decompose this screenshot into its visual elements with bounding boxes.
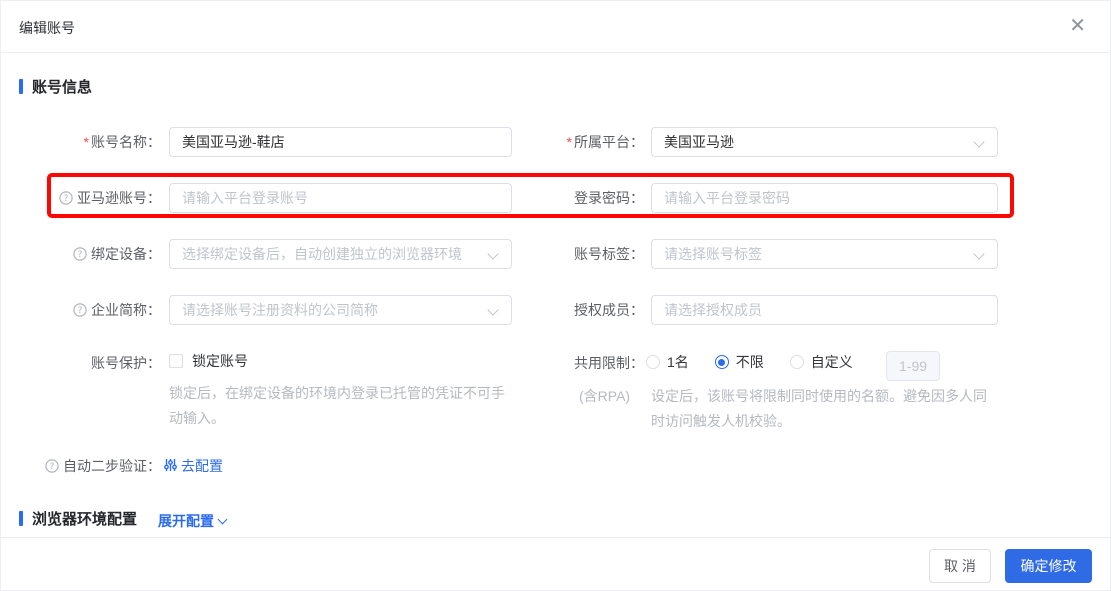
amazon-account-input[interactable] <box>170 184 511 212</box>
question-icon[interactable]: ? <box>59 190 73 210</box>
account-name-label: *账号名称： <box>1 132 161 152</box>
svg-text:?: ? <box>50 462 55 472</box>
question-icon[interactable]: ? <box>73 302 87 322</box>
amazon-account-label: ?亚马逊账号： <box>1 188 161 210</box>
company-name-label: ?企业简称： <box>1 300 161 322</box>
radio-icon <box>646 355 660 369</box>
share-limit-radio-group: 1名 不限 自定义 <box>646 352 879 372</box>
dialog-header: 编辑账号 ✕ <box>1 1 1110 53</box>
auth-member-input[interactable] <box>652 296 997 324</box>
platform-label: *所属平台： <box>484 132 644 152</box>
edit-account-dialog: 编辑账号 ✕ 账号信息 *账号名称： *所属平台： 美国亚马逊 ?亚马逊账号： … <box>0 0 1111 591</box>
bind-device-label: ?绑定设备： <box>1 244 161 266</box>
question-icon[interactable]: ? <box>45 458 59 478</box>
cancel-button[interactable]: 取 消 <box>929 549 991 583</box>
checkbox-icon <box>169 354 183 368</box>
radio-icon <box>790 355 804 369</box>
account-tag-select[interactable]: 请选择账号标签 <box>651 239 998 269</box>
required-asterisk: * <box>567 134 572 150</box>
confirm-button[interactable]: 确定修改 <box>1005 549 1092 583</box>
dialog-title: 编辑账号 <box>19 18 75 38</box>
custom-limit-input[interactable] <box>887 352 939 380</box>
account-name-field <box>169 127 512 157</box>
password-input[interactable] <box>652 184 997 212</box>
share-limit-helper: 设定后，该账号将限制同时使用的名额。避免因多人同时访问触发人机校验。 <box>651 384 999 434</box>
account-name-input[interactable] <box>170 128 511 156</box>
account-tag-label: 账号标签： <box>484 244 644 264</box>
section-title: 账号信息 <box>32 76 92 97</box>
radio-option-custom[interactable]: 自定义 <box>790 352 853 372</box>
radio-option-1[interactable]: 1名 <box>646 352 689 372</box>
footer-divider <box>1 537 1110 538</box>
custom-limit-field <box>886 351 940 381</box>
section-marker <box>19 79 23 94</box>
company-name-select[interactable]: 请选择账号注册资料的公司简称 <box>169 295 512 325</box>
password-label: 登录密码： <box>484 188 644 208</box>
radio-option-unlimited[interactable]: 不限 <box>715 352 764 372</box>
required-asterisk: * <box>84 134 89 150</box>
section-marker <box>19 511 23 526</box>
svg-text:?: ? <box>78 306 83 316</box>
lock-account-checkbox[interactable]: 锁定账号 <box>169 351 248 371</box>
account-protect-label: 账号保护： <box>1 353 161 373</box>
expand-config-link[interactable]: 展开配置 <box>158 511 226 531</box>
configure-link[interactable]: 去配置 <box>164 456 223 476</box>
account-info-section-header: 账号信息 <box>19 76 92 97</box>
sliders-icon <box>164 458 177 475</box>
auth-member-label: 授权成员： <box>484 300 644 320</box>
password-field <box>651 183 998 213</box>
platform-select[interactable]: 美国亚马逊 <box>651 127 998 157</box>
radio-selected-icon <box>715 355 729 369</box>
two-step-label: ?自动二步验证： <box>1 456 161 478</box>
account-protect-helper: 锁定后，在绑定设备的环境内登录已托管的凭证不可手动输入。 <box>169 381 514 431</box>
rpa-note: (含RPA) <box>579 384 630 409</box>
question-icon[interactable]: ? <box>73 246 87 266</box>
bind-device-select[interactable]: 选择绑定设备后，自动创建独立的浏览器环境 <box>169 239 512 269</box>
browser-env-section-header: 浏览器环境配置 <box>19 508 137 529</box>
svg-text:?: ? <box>64 194 69 204</box>
share-limit-label: 共用限制： <box>484 353 644 373</box>
amazon-account-field <box>169 183 512 213</box>
svg-text:?: ? <box>78 250 83 260</box>
close-icon[interactable]: ✕ <box>1069 15 1086 35</box>
section-title: 浏览器环境配置 <box>32 508 137 529</box>
auth-member-field <box>651 295 998 325</box>
chevron-down-icon <box>218 514 228 524</box>
